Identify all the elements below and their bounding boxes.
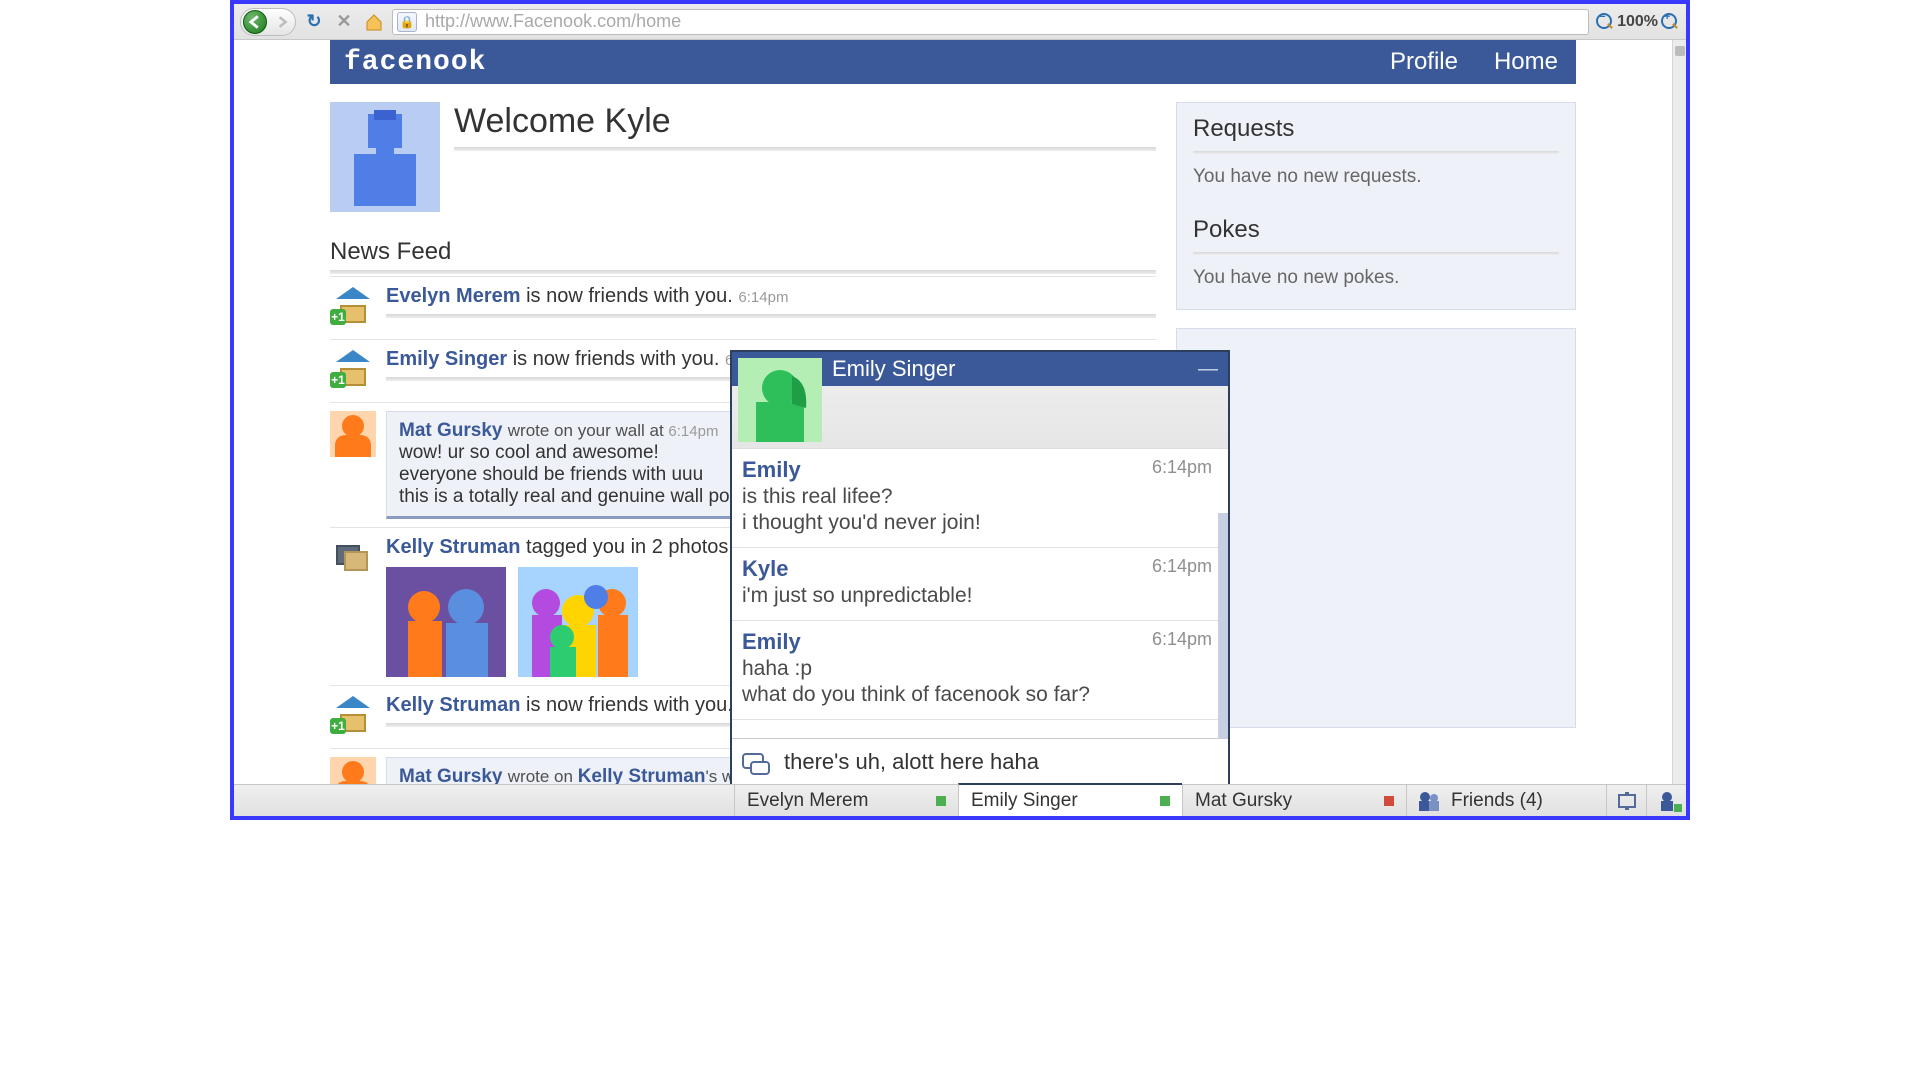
site-navbar: facenook Profile Home (330, 40, 1576, 84)
presence-icon[interactable] (1646, 785, 1686, 816)
msg-time: 6:14pm (1152, 457, 1212, 478)
chat-title: Emily Singer (832, 356, 955, 382)
friends-icon (1417, 791, 1441, 811)
zoom-in-icon[interactable]: + (1660, 12, 1680, 32)
address-bar[interactable]: 🔒 (392, 9, 1589, 35)
nav-back-forward[interactable] (240, 8, 296, 36)
feed-user-link[interactable]: Mat Gursky (399, 766, 502, 784)
browser-toolbar: ↻ ✕ 🔒 − 100% + (234, 4, 1686, 40)
feed-action: is now friends with you. (526, 694, 733, 716)
friend-added-icon: +1 (330, 285, 376, 331)
zoom-controls: − 100% + (1595, 12, 1680, 32)
feed-item: +1 Evelyn Merem is now friends with you.… (330, 276, 1156, 339)
newsfeed-heading: News Feed (330, 238, 1156, 266)
forward-button[interactable] (271, 11, 293, 33)
requests-text: You have no new requests. (1193, 166, 1559, 188)
feed-target-link[interactable]: Kelly Struman (578, 766, 706, 784)
chat-window[interactable]: Emily Singer — Emily 6:14pm is this real… (730, 350, 1230, 784)
chat-messages: Emily 6:14pm is this real lifee? i thoug… (732, 448, 1228, 738)
page-content: facenook Profile Home Welcome Kyle News … (234, 40, 1672, 784)
chat-message: Emily 6:14pm haha :p what do you think o… (732, 621, 1228, 720)
status-dot-icon (1160, 796, 1170, 806)
chat-tab[interactable]: Mat Gursky (1182, 785, 1406, 816)
chat-tab-label: Mat Gursky (1195, 790, 1292, 812)
wall-meta: wrote on your wall at (508, 421, 669, 440)
photo-tag-icon (330, 536, 376, 582)
tagged-photo[interactable] (386, 567, 506, 677)
game-viewport: ↻ ✕ 🔒 − 100% + facenook Profile Home (230, 0, 1690, 820)
tagged-photo[interactable] (518, 567, 638, 677)
stop-icon[interactable]: ✕ (332, 10, 356, 34)
status-dot-icon (936, 796, 946, 806)
msg-line: i'm just so unpredictable! (742, 584, 1212, 608)
feed-action: is now friends with you. (526, 285, 733, 307)
chat-message: Emily 6:14pm is this real lifee? i thoug… (732, 449, 1228, 548)
feed-user-link[interactable]: Kelly Struman (386, 536, 520, 558)
nav-home[interactable]: Home (1476, 48, 1576, 76)
profile-avatar[interactable] (330, 102, 440, 212)
pokes-text: You have no new pokes. (1193, 267, 1559, 289)
chat-input-area[interactable]: there's uh, alott here haha (732, 738, 1228, 784)
feed-time: 6:14pm (738, 289, 788, 306)
chat-tab-label: Evelyn Merem (747, 790, 868, 812)
chat-taskbar: Evelyn Merem Emily Singer Mat Gursky Fri… (234, 784, 1686, 816)
msg-time: 6:14pm (1152, 629, 1212, 650)
chat-bubble-icon (742, 753, 772, 779)
chat-tab-label: Emily Singer (971, 790, 1078, 812)
page-scrollbar[interactable] (1672, 40, 1686, 784)
chat-minimize-icon[interactable]: — (1198, 358, 1218, 381)
friends-list-button[interactable]: Friends (4) (1406, 785, 1606, 816)
user-avatar-icon[interactable] (330, 757, 376, 784)
reload-icon[interactable]: ↻ (302, 10, 326, 34)
home-icon[interactable] (362, 10, 386, 34)
requests-title: Requests (1193, 115, 1559, 143)
url-input[interactable] (423, 10, 1584, 33)
msg-sender: Kyle (742, 556, 788, 581)
msg-line: what do you think of facenook so far? (742, 683, 1212, 707)
friend-added-icon: +1 (330, 694, 376, 740)
msg-line: is this real lifee? (742, 485, 1212, 509)
back-button[interactable] (243, 10, 267, 34)
zoom-out-icon[interactable]: − (1595, 12, 1615, 32)
pokes-title: Pokes (1193, 216, 1559, 244)
divider (330, 270, 1156, 274)
msg-sender: Emily (742, 629, 801, 654)
zoom-level: 100% (1617, 13, 1658, 31)
msg-line: i thought you'd never join! (742, 511, 1212, 535)
nav-profile[interactable]: Profile (1372, 48, 1476, 76)
chat-tab[interactable]: Evelyn Merem (734, 785, 958, 816)
divider (454, 147, 1156, 151)
site-identity-icon[interactable]: 🔒 (397, 12, 417, 32)
feed-action: is now friends with you. (513, 348, 720, 370)
chat-avatar[interactable] (738, 358, 822, 442)
site-logo[interactable]: facenook (330, 47, 500, 78)
feed-user-link[interactable]: Mat Gursky (399, 420, 502, 441)
feed-time: 6:14pm (668, 423, 718, 440)
msg-sender: Emily (742, 457, 801, 482)
feed-user-link[interactable]: Evelyn Merem (386, 285, 521, 307)
welcome-heading: Welcome Kyle (454, 102, 1156, 141)
msg-line: haha :p (742, 657, 1212, 681)
chat-draft-text[interactable]: there's uh, alott here haha (784, 749, 1218, 775)
status-dot-icon (1384, 796, 1394, 806)
chat-scrollbar[interactable] (1218, 513, 1228, 738)
empty-panel (1176, 328, 1576, 728)
user-avatar-icon[interactable] (330, 411, 376, 457)
feed-user-link[interactable]: Emily Singer (386, 348, 507, 370)
feed-action: tagged you in 2 photos. (526, 536, 734, 558)
friend-added-icon: +1 (330, 348, 376, 394)
msg-time: 6:14pm (1152, 556, 1212, 577)
feed-user-link[interactable]: Kelly Struman (386, 694, 520, 716)
notifications-icon[interactable] (1606, 785, 1646, 816)
chat-header[interactable]: Emily Singer — (732, 352, 1228, 448)
chat-message: Kyle 6:14pm i'm just so unpredictable! (732, 548, 1228, 621)
chat-tab[interactable]: Emily Singer (958, 783, 1182, 816)
friends-label: Friends (4) (1451, 790, 1543, 812)
requests-panel: Requests You have no new requests. Pokes… (1176, 102, 1576, 310)
status-dot-icon (1674, 804, 1682, 812)
